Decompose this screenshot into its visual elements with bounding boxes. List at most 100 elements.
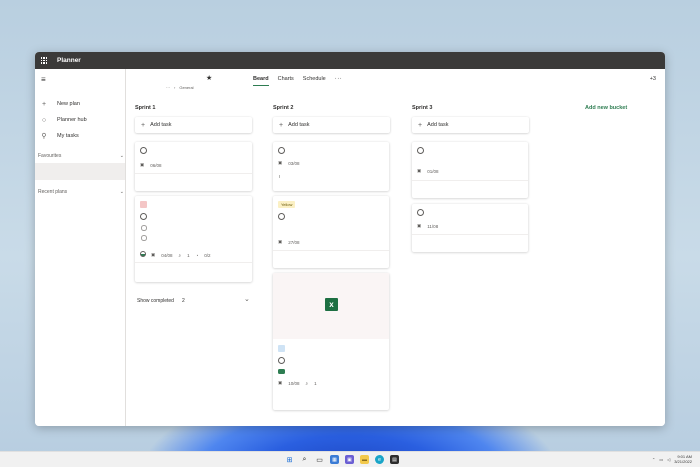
app-title: Planner — [57, 57, 81, 64]
checklist-icon: ◔ — [195, 252, 199, 258]
tab-board[interactable]: Beard — [253, 76, 269, 86]
complete-task-checkbox[interactable] — [417, 147, 424, 154]
network-icon[interactable]: ▭ — [659, 457, 663, 462]
label-badge: Yellow — [278, 201, 296, 208]
sidebar-item-new-plan[interactable]: + New plan — [39, 98, 80, 110]
due-date-text: 04/08 — [161, 252, 173, 258]
attachment-icon: ⌕ — [178, 252, 182, 258]
sidebar-item-my-tasks[interactable]: ⚲ My tasks — [39, 130, 79, 142]
bucket-sprint-3: Sprint 3 + Add task — [412, 105, 529, 133]
card-divider — [135, 262, 252, 263]
recent-plans-section[interactable]: Recent plans ⌄ — [38, 189, 124, 195]
show-completed-toggle[interactable]: Show completed 2 — [137, 298, 185, 304]
chevron-up-icon[interactable]: ⌃ — [652, 457, 655, 462]
bucket-title[interactable]: Sprint 2 — [273, 105, 390, 114]
excel-icon: x — [325, 298, 338, 311]
card-divider — [273, 250, 389, 251]
task-card[interactable]: x ▣ 10/08 ⌕ 1 — [273, 273, 389, 410]
windows-icon[interactable]: ⊞ — [285, 455, 294, 464]
attachment-icon: ⌕ — [305, 380, 309, 386]
edge-icon[interactable]: e — [375, 455, 384, 464]
sidebar-item-label: My tasks — [57, 133, 79, 139]
card-meta: ▣ 04/08 ⌕ 1 ◔ 0/2 — [151, 252, 211, 258]
task-card[interactable]: ▣ 06/08 — [135, 142, 252, 191]
hamburger-menu-icon[interactable]: ≡ — [41, 75, 46, 84]
plus-icon: + — [279, 121, 284, 129]
sidebar-item-planner-hub[interactable]: ○ Planner hub — [39, 114, 87, 126]
task-card[interactable]: ▣ 03/08 I — [273, 142, 389, 191]
bucket-title[interactable]: Sprint 3 — [412, 105, 529, 114]
attachment-count: 1 — [314, 380, 317, 386]
chat-icon[interactable]: ▣ — [345, 455, 354, 464]
chevron-down-icon: ⌄ — [119, 189, 124, 195]
completed-count: 2 — [181, 298, 185, 304]
due-date: ▣ 06/08 — [140, 162, 162, 168]
add-task-button[interactable]: + Add task — [135, 117, 252, 133]
due-date-text: 06/08 — [150, 162, 162, 168]
calendar-icon: ▣ — [151, 252, 156, 257]
due-date-text: 10/08 — [288, 380, 300, 386]
show-completed-label: Show completed — [137, 298, 174, 304]
task-card[interactable]: ▣ 11/08 — [412, 204, 528, 252]
label-color-icon — [278, 345, 285, 352]
file-explorer-icon[interactable]: ▬ — [360, 455, 369, 464]
sidebar-item-label: New plan — [57, 101, 80, 107]
tab-charts[interactable]: Charts — [278, 76, 294, 85]
volume-icon[interactable]: ◁ — [667, 457, 670, 462]
add-task-button[interactable]: + Add task — [273, 117, 390, 133]
due-date: ▣ 01/08 — [417, 168, 439, 174]
system-tray: ⌃ ▭ ◁ 9:01 AM 3/21/2022 — [652, 454, 692, 464]
due-date-text: 03/08 — [288, 160, 300, 166]
checklist-item-checkbox[interactable] — [141, 225, 147, 231]
due-date-text: 27/08 — [288, 239, 300, 245]
app-launcher-icon[interactable] — [35, 57, 53, 64]
favorite-star-icon[interactable]: ★ — [206, 74, 212, 82]
circle-icon: ○ — [41, 116, 47, 124]
complete-task-checkbox[interactable] — [278, 213, 285, 220]
complete-task-checkbox[interactable] — [140, 213, 147, 220]
task-view-icon[interactable]: ▭ — [315, 455, 324, 464]
bucket-sprint-1: Sprint 1 + Add task — [135, 105, 252, 133]
complete-task-checkbox[interactable] — [140, 147, 147, 154]
breadcrumb-group[interactable]: General — [179, 85, 193, 90]
chevron-down-icon: ⌄ — [119, 153, 124, 159]
task-card[interactable]: ▣ 04/08 ⌕ 1 ◔ 0/2 — [135, 196, 252, 282]
clock[interactable]: 9:01 AM 3/21/2022 — [674, 454, 692, 464]
attachment-preview[interactable]: x — [273, 273, 389, 339]
store-icon[interactable]: ▤ — [390, 455, 399, 464]
chevron-down-icon[interactable]: ⌄ — [244, 295, 250, 303]
card-divider — [135, 173, 252, 174]
task-card[interactable]: Yellow ▣ 27/08 — [273, 196, 389, 268]
sidebar-item-label: Planner hub — [57, 117, 87, 123]
card-note: I — [279, 174, 280, 179]
add-task-button[interactable]: + Add task — [412, 117, 529, 133]
complete-task-checkbox[interactable] — [278, 147, 285, 154]
widgets-icon[interactable]: ▦ — [330, 455, 339, 464]
members-button[interactable]: +3 — [650, 76, 656, 82]
planner-window: Planner ≡ + New plan ○ Planner hub ⚲ My … — [35, 52, 665, 426]
complete-task-checkbox[interactable] — [278, 357, 285, 364]
add-new-bucket-button[interactable]: Add new bucket — [585, 105, 627, 111]
breadcrumb: ··· › General — [166, 85, 194, 90]
label-color-icon — [140, 201, 147, 208]
complete-task-checkbox[interactable] — [417, 209, 424, 216]
calendar-icon: ▣ — [140, 162, 145, 167]
favourites-section[interactable]: Favourites ⌄ — [38, 153, 124, 159]
task-card[interactable]: ▣ 01/08 — [412, 142, 528, 198]
due-date: ▣ 27/08 — [278, 239, 300, 245]
tab-schedule[interactable]: Schedule — [303, 76, 326, 85]
add-task-label: Add task — [288, 122, 310, 128]
breadcrumb-more[interactable]: ··· — [166, 85, 170, 90]
favourite-plan-item[interactable] — [35, 163, 125, 180]
add-task-label: Add task — [427, 122, 449, 128]
plus-icon: + — [418, 121, 423, 129]
due-date: ▣ 03/08 — [278, 160, 300, 166]
view-tabs: Beard Charts Schedule ··· — [253, 76, 343, 86]
tabs-more-icon[interactable]: ··· — [335, 76, 343, 85]
bucket-title[interactable]: Sprint 1 — [135, 105, 252, 114]
attachment-count: 1 — [187, 252, 190, 258]
title-bar: Planner — [35, 52, 665, 69]
checklist-item-checkbox[interactable] — [141, 235, 147, 241]
card-divider — [412, 234, 528, 235]
search-icon[interactable]: ⌕ — [300, 455, 309, 464]
